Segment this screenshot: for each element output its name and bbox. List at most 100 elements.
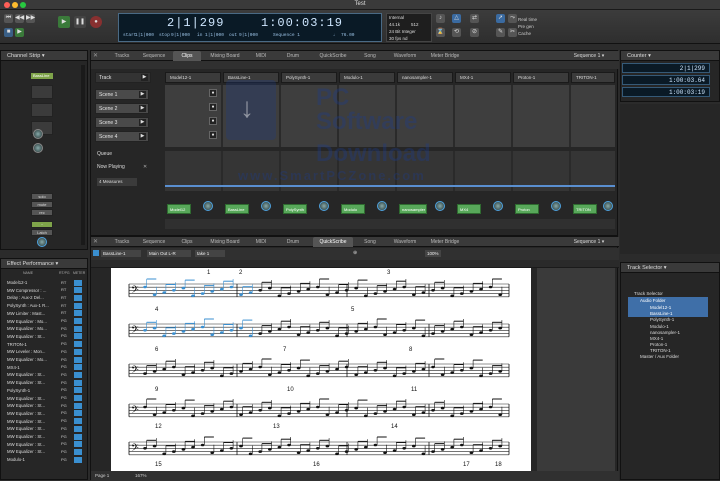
latch-menu[interactable]: Latch bbox=[31, 229, 53, 236]
note-head[interactable] bbox=[325, 326, 330, 330]
fast-forward-button[interactable]: ▶▶ bbox=[26, 14, 35, 23]
note-head[interactable] bbox=[143, 372, 147, 375]
note-head[interactable] bbox=[479, 287, 483, 291]
note-head[interactable] bbox=[335, 411, 339, 414]
note-head[interactable] bbox=[469, 290, 474, 293]
note-head[interactable] bbox=[450, 414, 455, 418]
note-head[interactable] bbox=[172, 409, 176, 412]
note-head[interactable] bbox=[488, 447, 493, 450]
effect-mode[interactable]: PG bbox=[61, 357, 69, 363]
note-head[interactable] bbox=[392, 287, 397, 291]
note-head[interactable] bbox=[287, 369, 291, 372]
clip-slot-button[interactable]: ● bbox=[209, 131, 217, 139]
scene-4[interactable]: Scene 4 ▶ bbox=[95, 131, 149, 142]
close-tab-icon[interactable]: ✕ bbox=[93, 52, 98, 59]
tab-midi[interactable]: MIDI bbox=[249, 237, 273, 247]
effect-row[interactable]: MW Equalizer : St... bbox=[7, 418, 83, 425]
note-head[interactable] bbox=[277, 445, 282, 449]
note-head[interactable] bbox=[220, 331, 224, 334]
memory-cycle-icon[interactable]: ⟲ bbox=[452, 28, 461, 37]
note-head[interactable] bbox=[364, 327, 368, 331]
note-head[interactable] bbox=[239, 444, 243, 448]
clip-track-header-8[interactable]: TRITON-1 bbox=[571, 72, 615, 83]
note-head[interactable] bbox=[479, 374, 483, 378]
note-head[interactable] bbox=[421, 367, 426, 371]
effect-mode[interactable]: PG bbox=[61, 380, 69, 386]
note-head[interactable] bbox=[287, 443, 291, 447]
note-head[interactable] bbox=[344, 409, 349, 412]
note-head[interactable] bbox=[200, 369, 205, 372]
effect-row[interactable]: MW Equalizer : St... bbox=[7, 395, 83, 402]
note-head[interactable] bbox=[210, 410, 214, 413]
tab-waveform[interactable]: Waveform bbox=[387, 237, 423, 247]
note-head[interactable] bbox=[162, 291, 166, 294]
main-counter-display[interactable]: 2|1|299 1:00:03:19 start 1|1|000 stop 9|… bbox=[118, 13, 382, 42]
volume-knob-6[interactable] bbox=[493, 201, 503, 211]
track-select-menu[interactable]: BassLine-1 bbox=[101, 250, 141, 257]
effect-mode[interactable]: PG bbox=[61, 449, 69, 455]
bit-depth[interactable]: 24 Bit Integer bbox=[389, 29, 416, 34]
note-head[interactable] bbox=[277, 294, 282, 298]
note-head[interactable] bbox=[431, 289, 435, 292]
note-head[interactable] bbox=[412, 370, 416, 373]
note-head[interactable] bbox=[316, 329, 320, 332]
track-play-icon[interactable]: ▶ bbox=[141, 74, 148, 81]
note-head[interactable] bbox=[383, 290, 387, 293]
note-head[interactable] bbox=[248, 367, 253, 371]
note-head[interactable] bbox=[220, 287, 224, 291]
insert-slot-2[interactable] bbox=[31, 103, 53, 117]
note-head[interactable] bbox=[412, 444, 416, 448]
effect-mode[interactable]: PG bbox=[61, 372, 69, 378]
note-head[interactable] bbox=[143, 405, 147, 409]
tab-clips[interactable]: Clips bbox=[173, 51, 201, 61]
tab-clips[interactable]: Clips bbox=[173, 237, 201, 247]
note-head[interactable] bbox=[421, 291, 426, 294]
note-head[interactable] bbox=[383, 410, 387, 413]
note-head[interactable] bbox=[440, 448, 445, 451]
volume-knob-4[interactable] bbox=[377, 201, 387, 211]
note-head[interactable] bbox=[373, 292, 378, 295]
note-head[interactable] bbox=[364, 294, 368, 298]
note-head[interactable] bbox=[210, 333, 214, 336]
note-head[interactable] bbox=[248, 291, 253, 294]
note-head[interactable] bbox=[306, 407, 310, 411]
note-head[interactable] bbox=[450, 445, 455, 449]
score-page[interactable]: 𝄢 𝄢 𝄢 𝄢 𝄢 1 2 3 4 5 6 7 8 9 10 11 12 13 14 15 16 17 18 bbox=[111, 268, 531, 474]
note-head[interactable] bbox=[200, 292, 205, 295]
note-head[interactable] bbox=[306, 331, 310, 334]
effect-row[interactable]: PolySynth : Aux-1 R... bbox=[7, 302, 83, 309]
send-knob-1[interactable] bbox=[33, 129, 43, 139]
note-head[interactable] bbox=[469, 333, 474, 336]
note-head[interactable] bbox=[431, 450, 435, 453]
sequence-menu[interactable]: Sequence 1 bbox=[273, 33, 300, 38]
note-head[interactable] bbox=[239, 413, 243, 416]
effect-row[interactable]: Delay : Aux-2 Del... bbox=[7, 294, 83, 301]
note-head[interactable] bbox=[239, 293, 243, 296]
volume-knob-8[interactable] bbox=[603, 201, 613, 211]
note-head[interactable] bbox=[421, 334, 426, 338]
instrument-chip-4[interactable]: Modulo bbox=[341, 204, 365, 214]
note-head[interactable] bbox=[287, 412, 291, 415]
sync-menu[interactable]: Internal bbox=[389, 15, 404, 20]
note-head[interactable] bbox=[316, 285, 320, 289]
note-head[interactable] bbox=[440, 373, 445, 376]
note-head[interactable] bbox=[200, 443, 205, 447]
note-head[interactable] bbox=[316, 447, 320, 450]
tab-song[interactable]: Song bbox=[357, 237, 383, 247]
note-head[interactable] bbox=[498, 370, 503, 373]
note-head[interactable] bbox=[210, 366, 214, 370]
scene-3-play-icon[interactable]: ▶ bbox=[139, 119, 146, 126]
note-head[interactable] bbox=[191, 414, 195, 418]
volume-knob-1[interactable] bbox=[203, 201, 213, 211]
note-head[interactable] bbox=[296, 366, 301, 370]
volume-knob-3[interactable] bbox=[319, 201, 329, 211]
note-head[interactable] bbox=[344, 332, 349, 335]
effect-mode[interactable]: RT bbox=[61, 287, 69, 293]
in-value[interactable]: 1|1|000 bbox=[205, 33, 224, 38]
note-head[interactable] bbox=[258, 409, 262, 412]
tab-song[interactable]: Song bbox=[357, 51, 383, 61]
automation-button[interactable]: ~ bbox=[31, 221, 53, 228]
note-head[interactable] bbox=[364, 371, 368, 374]
note-head[interactable] bbox=[412, 326, 416, 330]
pause-button[interactable]: ❚❚ bbox=[74, 16, 86, 28]
